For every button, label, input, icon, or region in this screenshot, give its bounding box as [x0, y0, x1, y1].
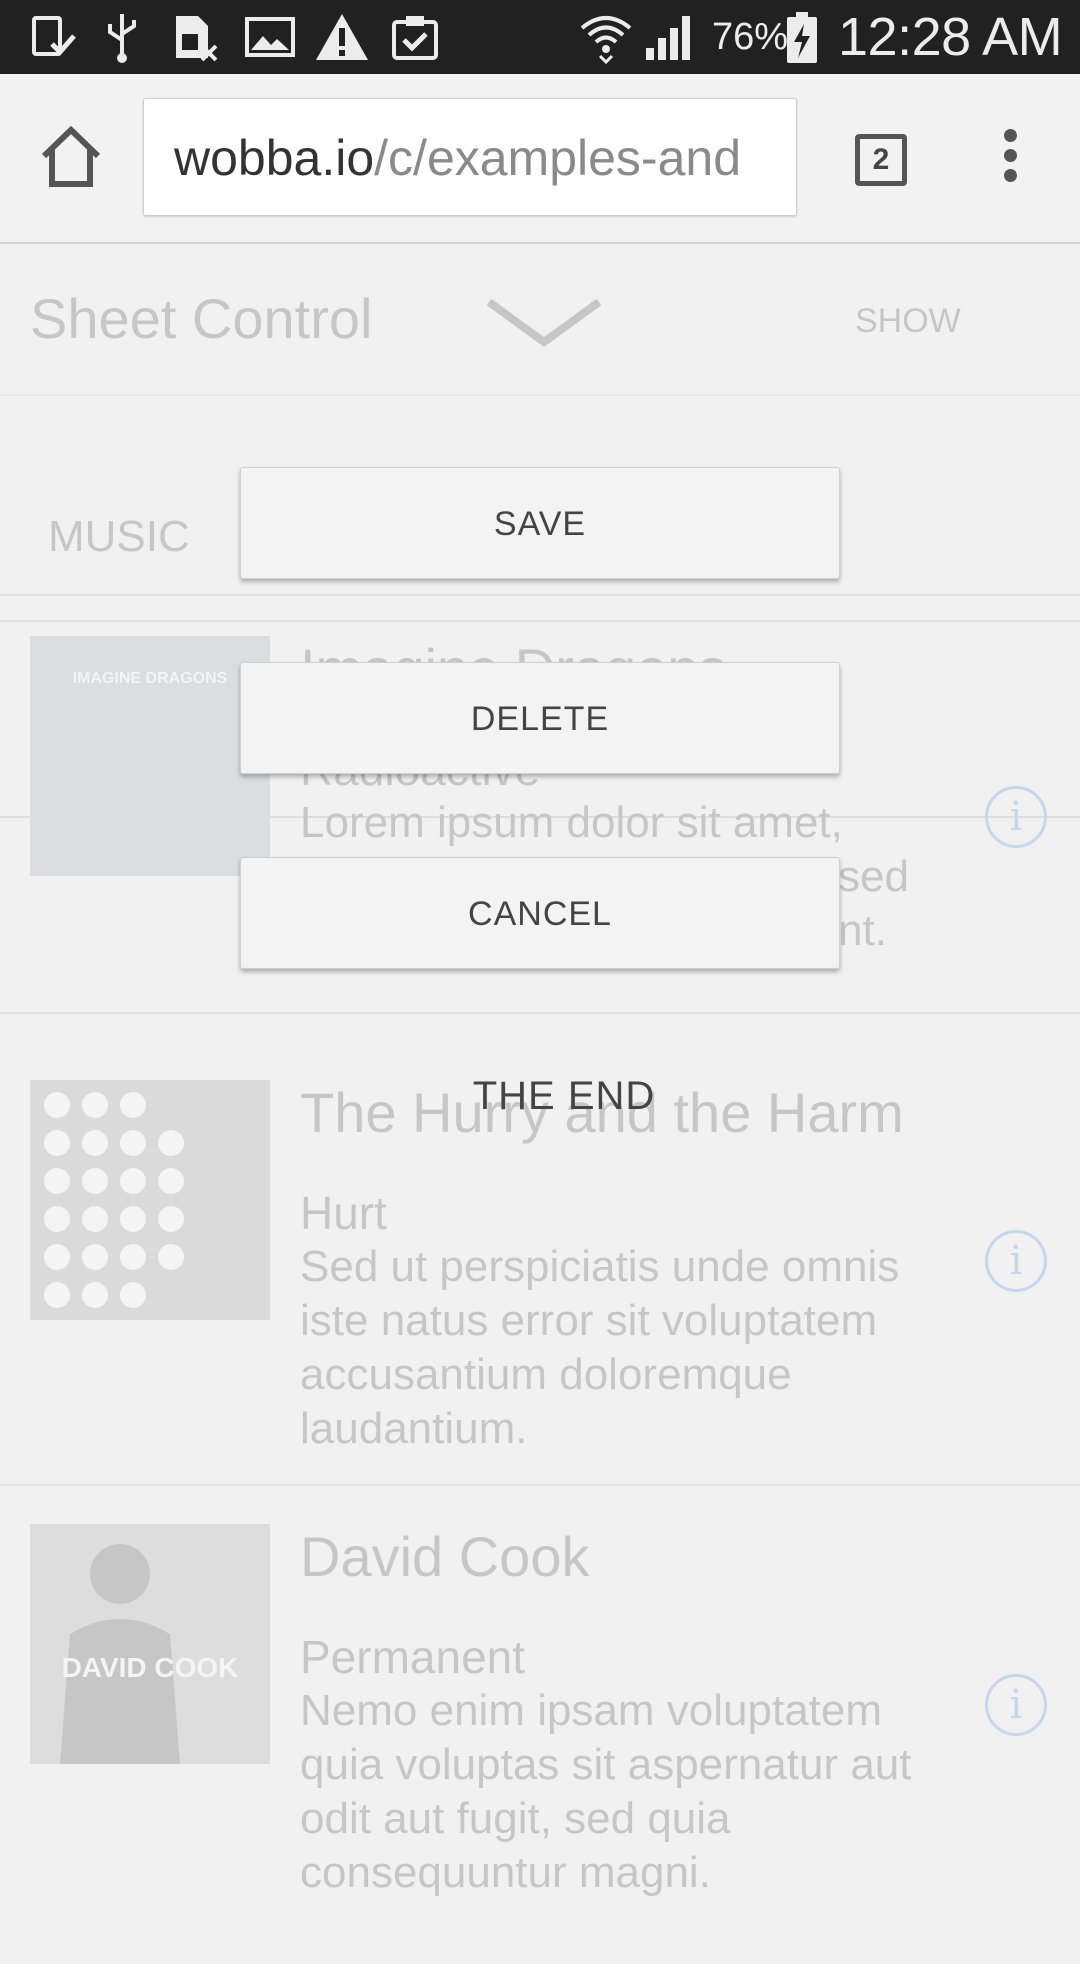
tab-switcher-button[interactable]: 2	[855, 134, 907, 186]
wifi-icon	[580, 16, 632, 64]
browser-toolbar: wobba.io/c/examples-and 2	[0, 74, 1080, 244]
delete-button[interactable]: DELETE	[240, 662, 840, 774]
warning-icon	[316, 14, 368, 60]
image-icon	[245, 17, 295, 57]
battery-percent: 76%	[712, 16, 789, 58]
status-bar: 76% 12:28 AM	[0, 0, 1080, 74]
clock: 12:28 AM	[838, 7, 1063, 67]
end-label: THE END	[472, 1074, 656, 1118]
battery-charging-icon	[787, 12, 817, 63]
url-bar[interactable]: wobba.io/c/examples-and	[143, 98, 797, 216]
cancel-button[interactable]: CANCEL	[240, 857, 840, 969]
signal-icon	[646, 16, 690, 60]
action-sheet-overlay: SAVE DELETE CANCEL THE END	[0, 244, 1080, 1920]
usb-icon	[108, 14, 136, 63]
save-button[interactable]: SAVE	[240, 467, 840, 579]
overflow-menu-icon[interactable]	[988, 124, 1032, 194]
download-done-icon	[32, 16, 76, 56]
home-icon[interactable]	[36, 122, 106, 192]
url-path: /c/examples-and	[374, 130, 742, 186]
clipboard-check-icon	[392, 16, 438, 60]
sim-error-icon	[176, 16, 218, 62]
url-host: wobba.io	[174, 130, 375, 186]
